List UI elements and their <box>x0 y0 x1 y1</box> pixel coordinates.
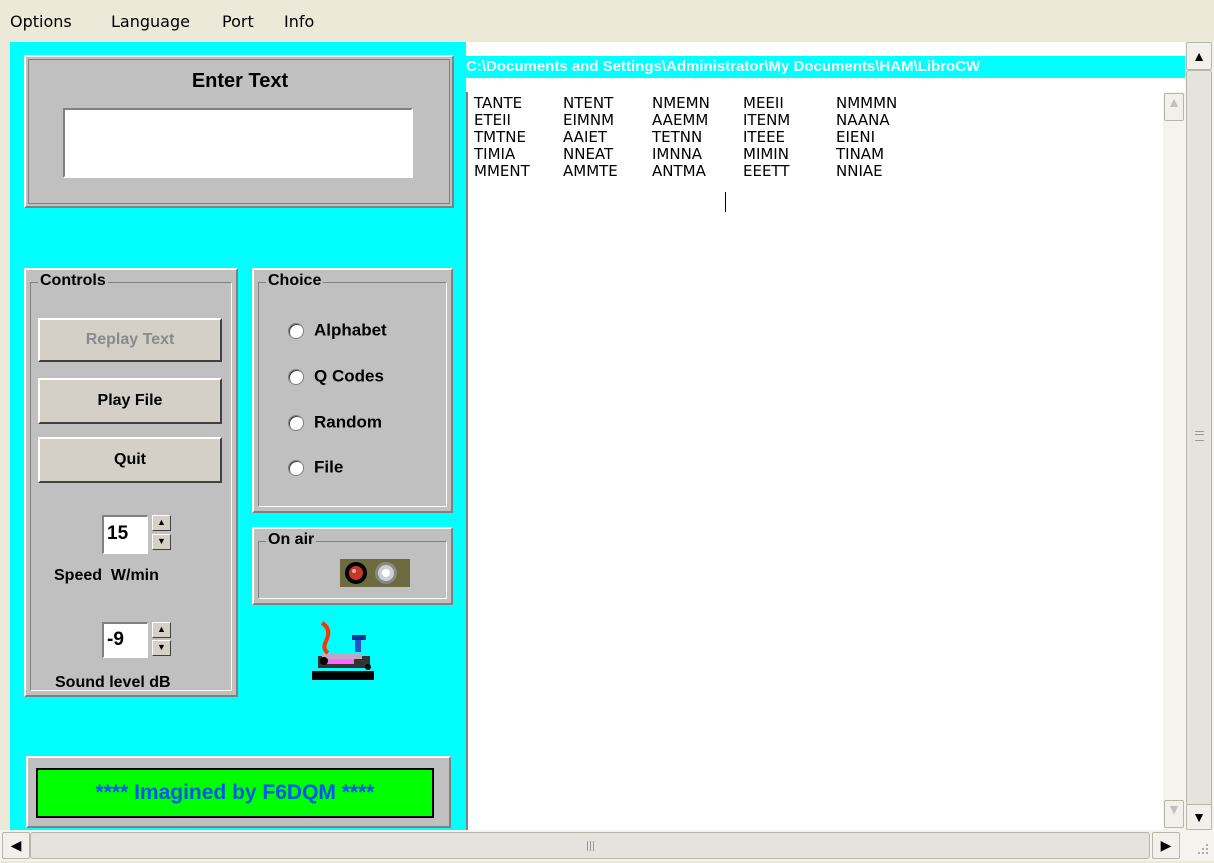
choice-title: Choice <box>266 272 324 290</box>
radio-alphabet[interactable]: Alphabet <box>288 320 387 342</box>
caret-up-icon[interactable]: ▲ <box>1186 42 1212 70</box>
speed-field[interactable]: 15 <box>102 515 148 554</box>
window-vertical-scrollbar[interactable]: ▲ ▼ <box>1185 42 1214 830</box>
caret-down-icon[interactable]: ▼ <box>1164 800 1184 828</box>
controls-group: Controls Replay Text Play File Quit 15 ▲… <box>24 268 238 697</box>
caret-down-icon[interactable]: ▼ <box>1186 804 1212 830</box>
sound-up-button[interactable]: ▲ <box>152 622 171 638</box>
play-file-button[interactable]: Play File <box>38 378 222 424</box>
radio-dot <box>288 368 304 385</box>
sound-level-caption: Sound level dB <box>55 674 171 691</box>
morse-key-icon <box>308 619 378 685</box>
caret-up-icon[interactable]: ▲ <box>1164 93 1184 121</box>
enter-text-title: Enter Text <box>191 70 289 92</box>
radio-dot <box>288 459 304 476</box>
inner-vertical-scrollbar[interactable]: ▲ ▼ <box>1163 92 1185 830</box>
caret-left-icon[interactable]: ◀ <box>2 832 30 859</box>
enter-text-panel: Enter Text <box>24 55 454 208</box>
credit-panel: **** Imagined by F6DQM **** <box>26 756 451 828</box>
scroll-thumb[interactable] <box>1186 70 1212 806</box>
radio-random[interactable]: Random <box>288 412 382 434</box>
on-air-title: On air <box>266 531 317 549</box>
menu-port[interactable]: Port <box>222 12 254 31</box>
radio-file[interactable]: File <box>288 457 343 479</box>
menu-info[interactable]: Info <box>284 12 314 31</box>
speed-caption: Speed W/min <box>54 567 159 584</box>
radio-q-codes[interactable]: Q Codes <box>288 366 384 388</box>
credit-banner: **** Imagined by F6DQM **** <box>36 768 434 818</box>
menu-language[interactable]: Language <box>111 12 190 31</box>
menu-bar: Options Language Port Info <box>0 0 1214 42</box>
file-path-title: C:\Documents and Settings\Administrator\… <box>466 56 1185 78</box>
on-air-group: On air <box>252 527 453 605</box>
quit-button[interactable]: Quit <box>38 437 222 483</box>
replay-text-button[interactable]: Replay Text <box>38 318 222 362</box>
controls-title: Controls <box>38 272 108 290</box>
speed-down-button[interactable]: ▼ <box>152 534 171 550</box>
sound-level-field[interactable]: -9 <box>102 622 148 658</box>
scroll-thumb[interactable] <box>30 832 1150 859</box>
enter-text-input[interactable] <box>63 108 413 178</box>
radio-dot <box>288 322 304 339</box>
caret-right-icon[interactable]: ▶ <box>1152 832 1180 859</box>
choice-group: Choice Alphabet Q Codes Random File <box>252 268 453 513</box>
horizontal-scrollbar[interactable]: ◀ ▶ <box>0 830 1214 861</box>
led-indicator-icon <box>340 559 410 587</box>
resize-grip[interactable] <box>1190 838 1210 858</box>
radio-dot <box>288 414 304 431</box>
sound-down-button[interactable]: ▼ <box>152 640 171 656</box>
speed-up-button[interactable]: ▲ <box>152 515 171 531</box>
menu-options[interactable]: Options <box>10 12 72 31</box>
text-cursor <box>725 192 726 212</box>
